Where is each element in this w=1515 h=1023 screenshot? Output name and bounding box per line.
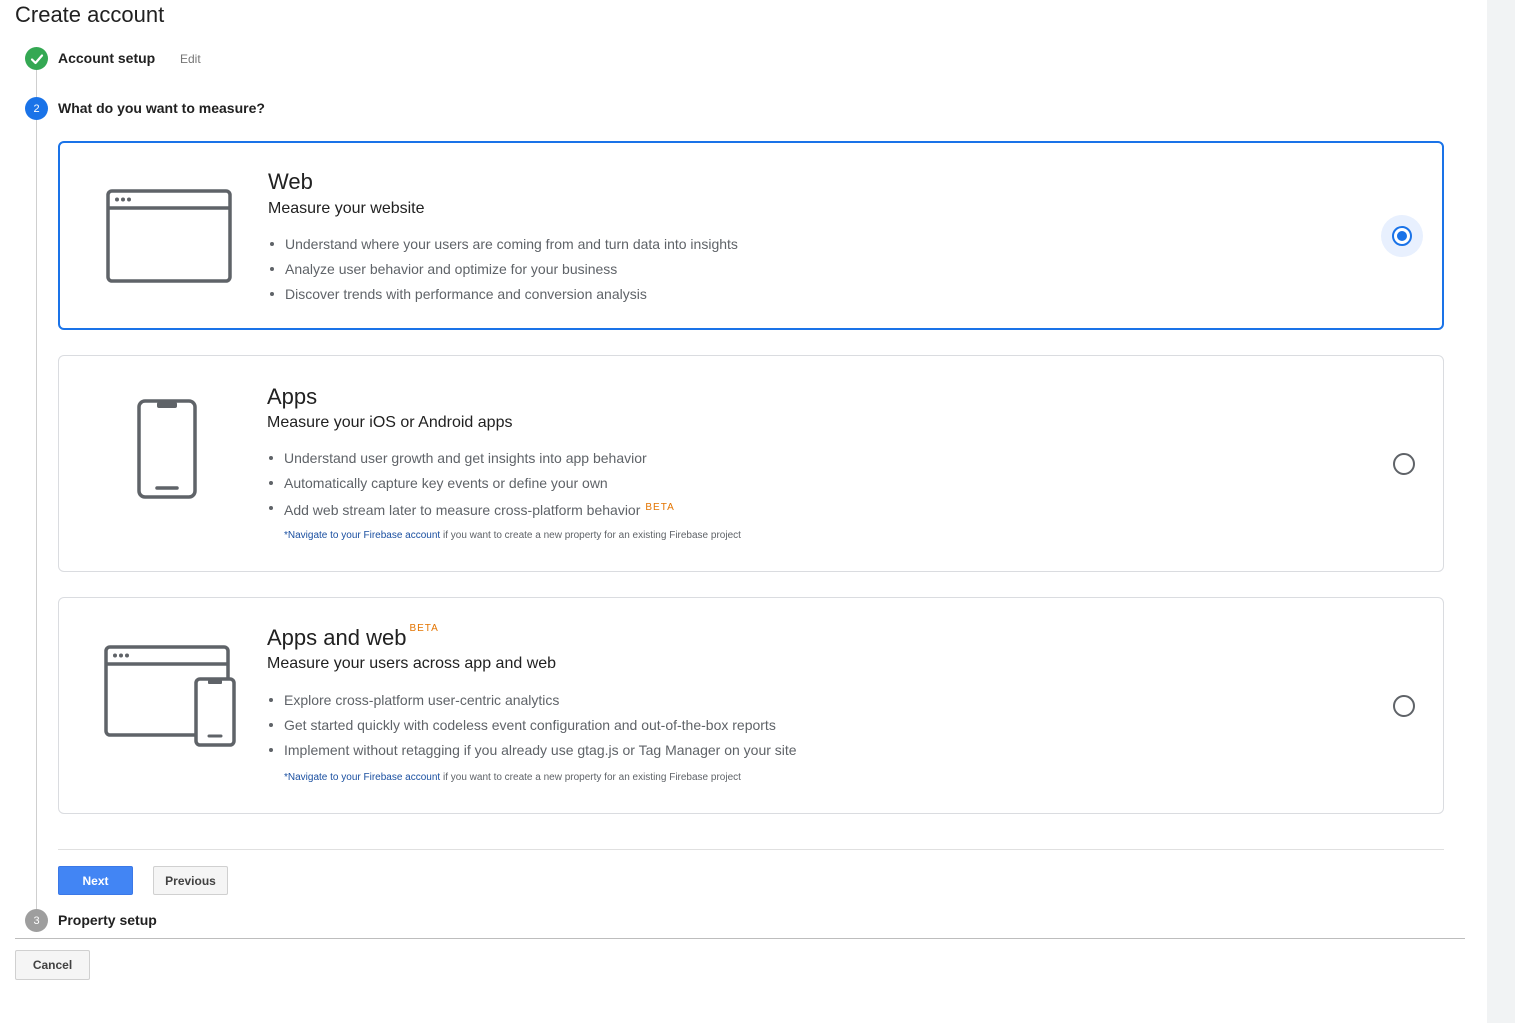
firebase-account-link[interactable]: *Navigate to your Firebase account [284,772,440,783]
option-apps-title: Apps [267,384,318,409]
list-item: Automatically capture key events or defi… [269,473,675,498]
step-account-setup-label: Account setup [58,50,156,66]
previous-button[interactable]: Previous [153,866,228,895]
list-item: Implement without retagging if you alrea… [269,740,797,765]
footer-divider [15,938,1465,939]
cancel-button[interactable]: Cancel [15,950,90,980]
radio-apps-and-web[interactable] [1393,695,1415,717]
option-card-apps-and-web[interactable]: Apps and web BETA Measure your users acro… [58,597,1444,814]
option-apps-subtitle: Measure your iOS or Android apps [267,414,513,431]
option-web-features: Understand where your users are coming f… [270,234,738,309]
page-title: Create account [15,2,165,27]
browser-and-phone-icon [104,645,236,752]
checkmark-icon [25,47,48,70]
option-apps-and-web-features: Explore cross-platform user-centric anal… [269,690,797,765]
option-card-web[interactable]: Web Measure your website Understand wher… [58,141,1444,330]
list-item: Get started quickly with codeless event … [269,715,797,740]
browser-window-icon [106,189,232,288]
beta-badge: BETA [645,502,675,513]
option-apps-and-web-title-row: Apps and web BETA [267,623,439,651]
smartphone-icon [137,399,199,506]
step-number-badge: 3 [25,909,48,932]
stepper-line [36,70,37,920]
radio-web-selected-indicator [1392,226,1412,246]
step-measure-label: What do you want to measure? [58,100,265,116]
list-item: Analyze user behavior and optimize for y… [270,259,738,284]
list-item: Explore cross-platform user-centric anal… [269,690,797,715]
section-divider [58,849,1444,850]
list-item-text: Add web stream later to measure cross-pl… [284,502,641,518]
page-scroll-gutter [1487,0,1515,1023]
option-web-title: Web [268,169,313,194]
step-number-badge: 2 [25,97,48,120]
firebase-note: *Navigate to your Firebase account if yo… [284,772,741,783]
option-apps-features: Understand user growth and get insights … [269,448,675,523]
firebase-account-link[interactable]: *Navigate to your Firebase account [284,530,440,541]
list-item: Add web stream later to measure cross-pl… [269,498,675,523]
firebase-note-text: if you want to create a new property for… [440,772,741,783]
radio-apps[interactable] [1393,453,1415,475]
list-item: Understand where your users are coming f… [270,234,738,259]
beta-badge: BETA [409,623,439,634]
step-property-setup-label: Property setup [58,912,157,928]
radio-web[interactable] [1381,215,1423,257]
list-item: Understand user growth and get insights … [269,448,675,473]
option-apps-and-web-title: Apps and web [267,625,407,650]
firebase-note: *Navigate to your Firebase account if yo… [284,530,741,541]
list-item: Discover trends with performance and con… [270,284,738,309]
option-web-subtitle: Measure your website [268,200,425,217]
firebase-note-text: if you want to create a new property for… [440,530,741,541]
option-apps-and-web-subtitle: Measure your users across app and web [267,655,557,672]
edit-account-setup-link[interactable]: Edit [180,52,201,66]
next-button[interactable]: Next [58,866,133,895]
option-card-apps[interactable]: Apps Measure your iOS or Android apps Un… [58,355,1444,572]
